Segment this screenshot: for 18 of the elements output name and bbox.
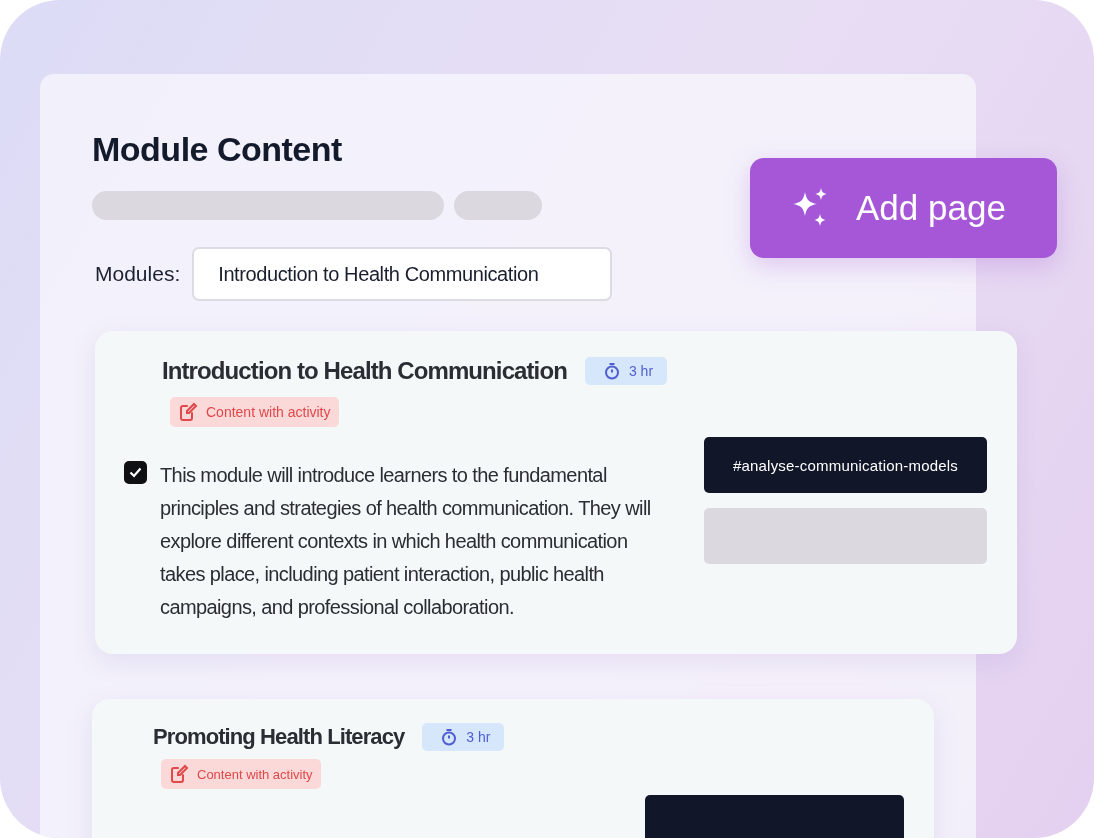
hashtag-chip: #analyse-communication-models [704,437,987,493]
stopwatch-icon [602,362,621,380]
checkbox[interactable] [124,461,147,484]
module-title: Introduction to Health Communication [162,357,567,385]
duration-badge: 3 hr [422,723,505,751]
edit-icon [169,764,189,784]
edit-icon [178,402,198,422]
modules-label: Modules: [95,262,181,286]
module-description: This module will introduce learners to the fundamental principles and strategies of health communication. They will explore different contexts in which health communication takes place, including patient interaction, public health campaigns, and professional collaboration. [160,463,652,620]
duration-badge: 3 hr [584,357,668,385]
module-select[interactable]: Introduction to Health Communication [192,247,613,301]
module-title: Promoting Health Literacy [153,724,405,750]
checkmark-icon [129,467,142,478]
stopwatch-icon [440,728,459,746]
activity-badge: Content with activity [161,759,321,789]
page-title: Module Content [92,130,343,169]
add-page-button[interactable]: Add page [750,158,1057,258]
activity-badge: Content with activity [170,397,339,427]
